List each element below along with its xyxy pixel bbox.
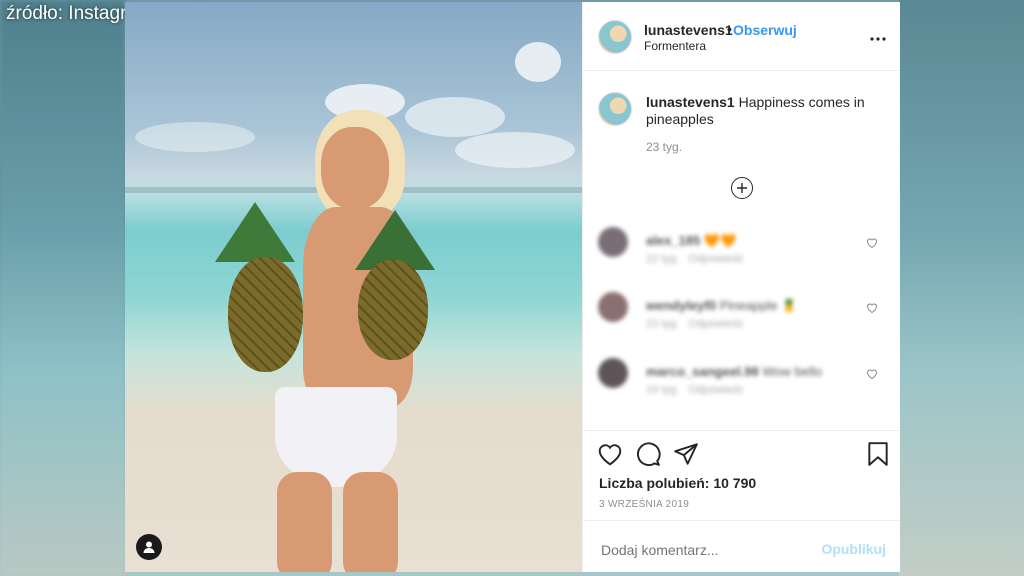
caption-avatar[interactable]	[598, 92, 632, 126]
reply-link: Odpowiedz	[688, 318, 744, 330]
post-photo[interactable]	[125, 2, 582, 572]
post-header: lunastevens1 • Obserwuj Formentera	[583, 2, 900, 71]
plus-circle-icon[interactable]	[731, 177, 753, 199]
list-item: marco_sangeel.98 Wow bello 19 tyg. Odpow…	[598, 358, 888, 408]
username-link[interactable]: lunastevens1	[644, 22, 733, 38]
more-options-icon[interactable]	[870, 26, 886, 47]
comment-heart-icon[interactable]	[866, 237, 878, 248]
comment-time: 19 tyg.	[646, 384, 680, 396]
caption-time: 23 tyg.	[646, 140, 683, 154]
avatar[interactable]	[598, 20, 632, 54]
comment-form: Opublikuj	[583, 520, 900, 573]
comment-text: Wow bello	[762, 364, 823, 379]
comment-username: wendyleyf0	[646, 298, 717, 313]
comment-username: alex_185	[646, 233, 701, 248]
likes-count[interactable]: Liczba polubień: 10 790	[599, 475, 756, 491]
comment-time: 23 tyg.	[646, 318, 680, 330]
post-side-panel: lunastevens1 • Obserwuj Formentera lunas…	[582, 2, 900, 572]
separator-dot: •	[727, 21, 732, 37]
paper-plane-icon[interactable]	[673, 441, 699, 467]
reply-link: Odpowiedz	[688, 384, 744, 396]
comment-time: 22 tyg.	[646, 253, 680, 265]
blurred-background-left	[0, 0, 125, 576]
blurred-background-right	[899, 0, 1024, 576]
comment-text: Pineapple 🍍	[719, 298, 798, 313]
comment-username: marco_sangeel.98	[646, 364, 759, 379]
location-link[interactable]: Formentera	[644, 39, 706, 53]
list-item: wendyleyf0 Pineapple 🍍 23 tyg. Odpowiedz	[598, 292, 888, 342]
user-tag-icon[interactable]	[136, 534, 162, 560]
avatar[interactable]	[598, 358, 628, 388]
caption-text: lunastevens1 Happiness comes in pineappl…	[646, 94, 876, 128]
comment-text: 🧡🧡	[703, 233, 737, 248]
post-actions: Liczba polubień: 10 790 3 WRZEŚNIA 2019 …	[583, 430, 900, 571]
heart-icon[interactable]	[597, 441, 623, 467]
follow-button[interactable]: Obserwuj	[733, 22, 797, 38]
reply-link: Odpowiedz	[688, 253, 744, 265]
comment-heart-icon[interactable]	[866, 302, 878, 313]
caption-username[interactable]: lunastevens1	[646, 94, 735, 110]
list-item: alex_185 🧡🧡 22 tyg. Odpowiedz	[598, 227, 888, 277]
avatar[interactable]	[598, 292, 628, 322]
comment-icon[interactable]	[635, 441, 661, 467]
publish-button[interactable]: Opublikuj	[821, 541, 886, 557]
avatar[interactable]	[598, 227, 628, 257]
comment-input[interactable]	[599, 541, 803, 559]
bookmark-icon[interactable]	[865, 441, 891, 467]
comment-heart-icon[interactable]	[866, 368, 878, 379]
post-date: 3 WRZEŚNIA 2019	[599, 499, 690, 510]
